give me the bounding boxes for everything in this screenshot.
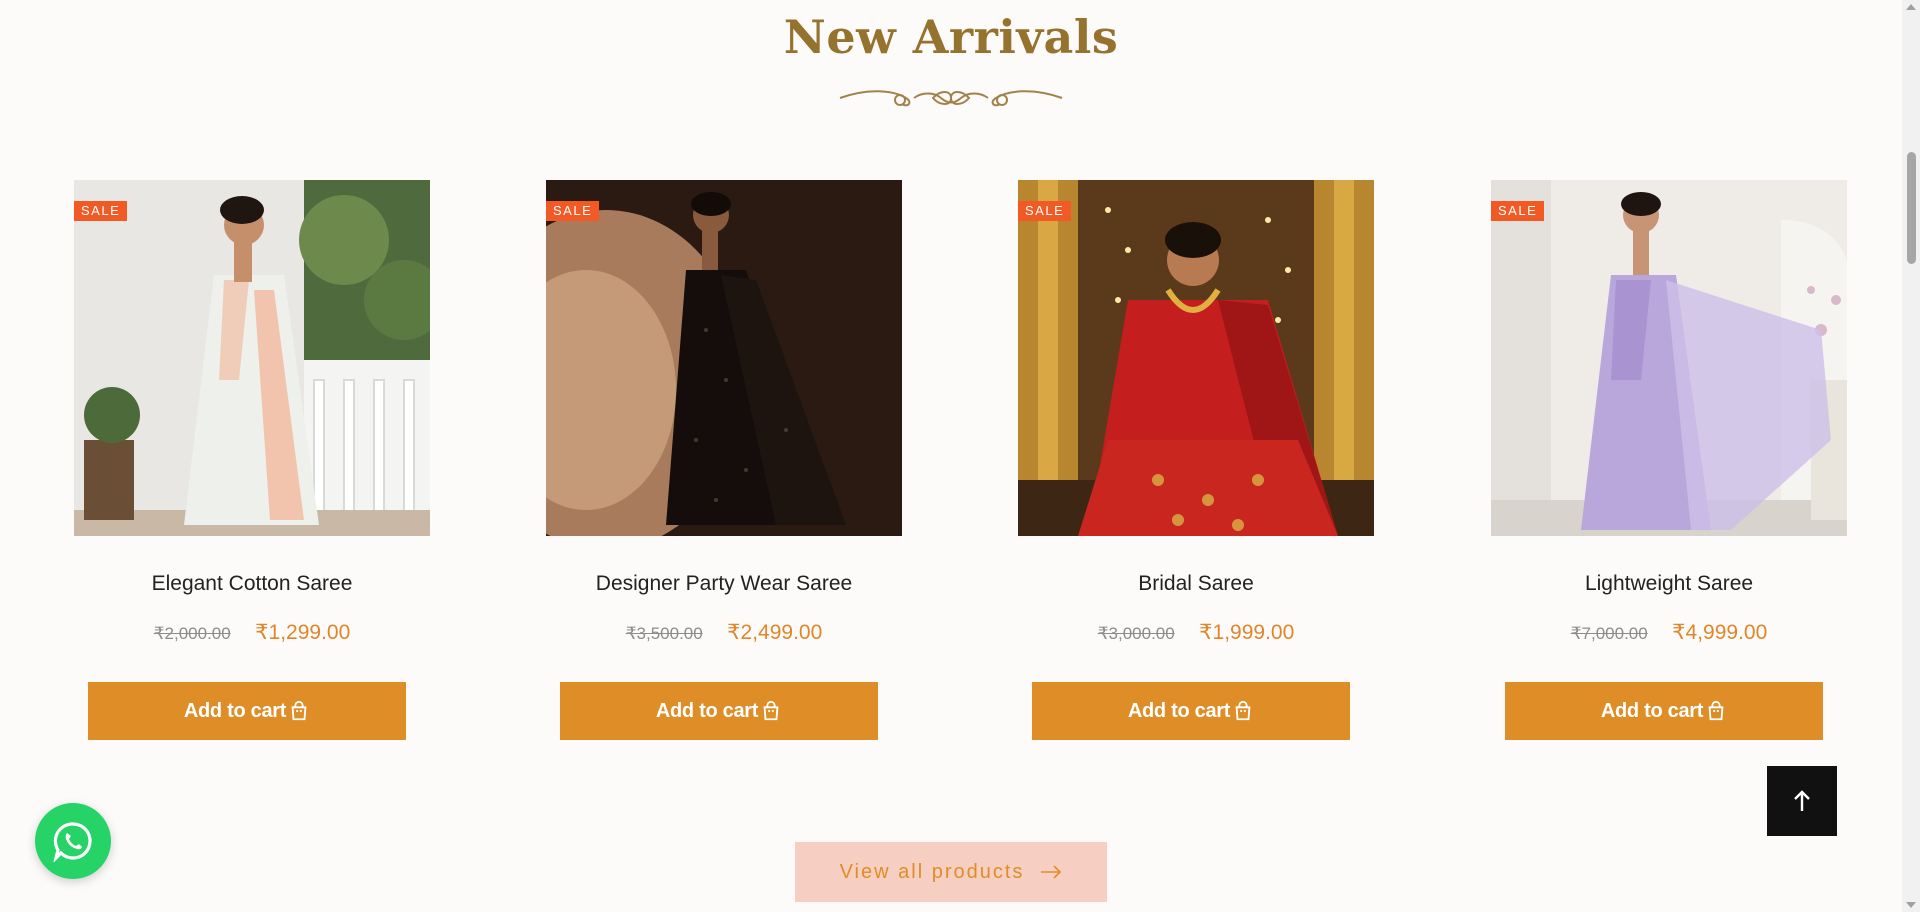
view-all-products-button[interactable]: View all products [795, 842, 1107, 902]
add-to-cart-button[interactable]: Add to cart [1032, 682, 1350, 740]
add-to-cart-label: Add to cart [1600, 699, 1704, 722]
arrow-right-icon [1041, 865, 1062, 879]
ornamental-divider-icon [839, 90, 1063, 107]
add-to-cart-label: Add to cart [1127, 699, 1231, 722]
shopping-bag-icon [1235, 700, 1251, 721]
product-card[interactable]: SALE Designer Party Wear Saree ₹3,500.00… [542, 180, 922, 760]
sale-price: ₹1,299.00 [255, 621, 351, 644]
scroll-up-icon[interactable] [1906, 4, 1916, 10]
sale-badge: SALE [1491, 201, 1545, 221]
product-name[interactable]: Bridal Saree [1014, 572, 1378, 596]
new-arrivals-section: New Arrivals SALE Elegant Cotton Saree ₹… [0, 0, 1902, 912]
product-card[interactable]: SALE Bridal Saree ₹3,000.00 ₹1,999.00 Ad… [1014, 180, 1394, 760]
whatsapp-icon [53, 822, 92, 862]
original-price: ₹2,000.00 [153, 624, 231, 643]
add-to-cart-button[interactable]: Add to cart [1505, 682, 1823, 740]
product-image[interactable] [1018, 180, 1374, 536]
scroll-down-icon[interactable] [1906, 902, 1916, 908]
sale-price: ₹2,499.00 [727, 621, 823, 644]
back-to-top-button[interactable] [1767, 766, 1837, 836]
add-to-cart-button[interactable]: Add to cart [560, 682, 878, 740]
whatsapp-chat-button[interactable] [35, 803, 111, 879]
product-name[interactable]: Designer Party Wear Saree [542, 572, 906, 596]
scrollbar-thumb[interactable] [1907, 152, 1916, 264]
price-row: ₹7,000.00 ₹4,999.00 [1487, 620, 1851, 645]
arrow-up-icon [1794, 790, 1810, 811]
product-image[interactable] [1491, 180, 1847, 536]
section-title: New Arrivals [783, 10, 1119, 64]
product-card[interactable]: SALE Elegant Cotton Saree ₹2,000.00 ₹1,2… [70, 180, 450, 760]
sale-price: ₹4,999.00 [1672, 621, 1768, 644]
product-name[interactable]: Elegant Cotton Saree [70, 572, 434, 596]
add-to-cart-button[interactable]: Add to cart [88, 682, 406, 740]
sale-price: ₹1,999.00 [1199, 621, 1295, 644]
shopping-bag-icon [291, 700, 307, 721]
price-row: ₹2,000.00 ₹1,299.00 [70, 620, 434, 645]
product-image[interactable] [546, 180, 902, 536]
price-row: ₹3,500.00 ₹2,499.00 [542, 620, 906, 645]
price-row: ₹3,000.00 ₹1,999.00 [1014, 620, 1378, 645]
product-card[interactable]: SALE Lightweight Saree ₹7,000.00 ₹4,999.… [1487, 180, 1867, 760]
shopping-bag-icon [1708, 700, 1724, 721]
original-price: ₹7,000.00 [1570, 624, 1648, 643]
add-to-cart-label: Add to cart [655, 699, 759, 722]
add-to-cart-label: Add to cart [183, 699, 287, 722]
original-price: ₹3,000.00 [1097, 624, 1175, 643]
original-price: ₹3,500.00 [625, 624, 703, 643]
sale-badge: SALE [74, 201, 128, 221]
product-image[interactable] [74, 180, 430, 536]
page-scrollbar[interactable] [1902, 0, 1920, 912]
product-name[interactable]: Lightweight Saree [1487, 572, 1851, 596]
sale-badge: SALE [546, 201, 600, 221]
view-all-label: View all products [839, 860, 1025, 883]
sale-badge: SALE [1018, 201, 1072, 221]
shopping-bag-icon [763, 700, 779, 721]
